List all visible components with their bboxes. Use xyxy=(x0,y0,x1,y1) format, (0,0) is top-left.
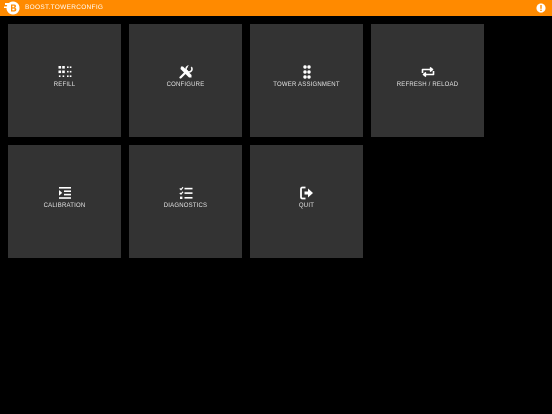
checklist-icon xyxy=(178,186,192,199)
dot-grid-icon xyxy=(302,65,311,79)
refill-button[interactable]: REFILL xyxy=(8,24,121,137)
calibration-label: CALIBRATION xyxy=(43,203,86,209)
configure-label: CONFIGURE xyxy=(166,82,205,88)
quit-label: QUIT xyxy=(298,203,315,209)
configure-button[interactable]: CONFIGURE xyxy=(129,24,242,137)
quit-button[interactable]: QUIT xyxy=(250,145,363,258)
diagnostics-button[interactable]: DIAGNOSTICS xyxy=(129,145,242,258)
tower-assignment-button[interactable]: TOWER ASSIGNMENT xyxy=(250,24,363,137)
app-title: BOOST.TOWERCONFIG xyxy=(25,4,104,11)
refresh-reload-label: REFRESH / RELOAD xyxy=(396,82,459,88)
indent-icon xyxy=(58,187,71,199)
info-icon[interactable] xyxy=(536,3,546,13)
app-header: BOOST.TOWERCONFIG xyxy=(0,0,552,16)
calibration-button[interactable]: CALIBRATION xyxy=(8,145,121,258)
tower-assignment-label: TOWER ASSIGNMENT xyxy=(273,82,340,88)
refill-label: REFILL xyxy=(53,82,76,88)
refresh-reload-button[interactable]: REFRESH / RELOAD xyxy=(371,24,484,137)
refresh-icon xyxy=(421,66,434,78)
dotted-grid-icon xyxy=(58,66,71,77)
boost-logo-icon xyxy=(4,1,20,15)
sign-out-icon xyxy=(299,186,313,200)
diagnostics-label: DIAGNOSTICS xyxy=(163,203,208,209)
tools-icon xyxy=(178,65,193,79)
